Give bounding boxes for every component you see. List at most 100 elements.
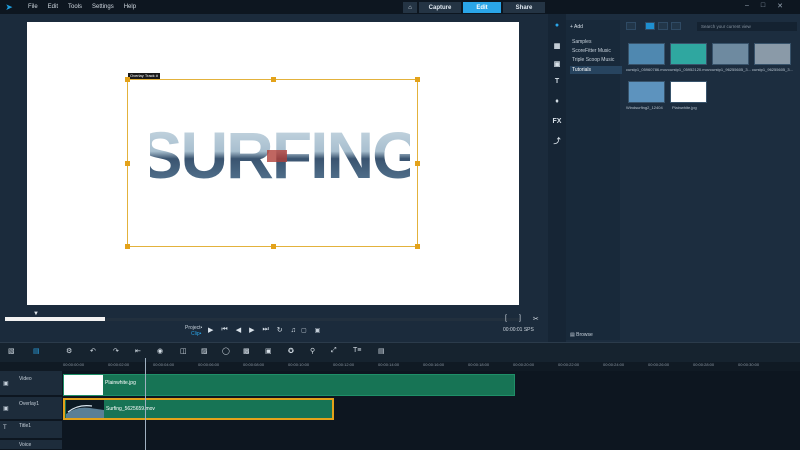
timecode-display[interactable]: 00:00:01 SPS xyxy=(503,327,534,333)
tab-capture[interactable]: Capture xyxy=(419,2,461,13)
ruler-tick: 00:00:26:00 xyxy=(648,362,670,367)
go-to-start-icon[interactable]: ⏮ xyxy=(221,326,227,334)
browse-button[interactable]: ▤ Browse xyxy=(570,332,593,338)
subtitle-editor-icon[interactable]: ▩ xyxy=(243,347,250,355)
folder-samples[interactable]: Samples xyxy=(570,38,622,46)
folder-tutorials[interactable]: Tutorials xyxy=(570,66,622,74)
resize-handle[interactable] xyxy=(125,244,130,249)
path-icon[interactable]: ⤴ xyxy=(551,136,563,146)
ruler-tick: 00:00:14:00 xyxy=(378,362,400,367)
home-icon[interactable]: ⌂ xyxy=(403,2,417,13)
mark-in-out: [ ] ✂ xyxy=(505,315,539,323)
track-header-title[interactable]: T Title1 xyxy=(0,421,62,439)
menu-file[interactable]: File xyxy=(28,4,38,10)
resize-handle[interactable] xyxy=(271,244,276,249)
transition-icon[interactable]: ▣ xyxy=(551,60,563,68)
ruler-tick: 00:00:10:00 xyxy=(288,362,310,367)
minimize-icon[interactable]: – xyxy=(745,2,749,10)
track-header-overlay[interactable]: ▣ Overlay1 xyxy=(0,397,62,420)
clip-thumbnail xyxy=(66,400,104,418)
effects-icon[interactable]: ✪ xyxy=(288,347,294,355)
undo-icon[interactable]: ↶ xyxy=(90,347,96,355)
multi-camera-icon[interactable]: ▨ xyxy=(201,347,208,355)
play-icon[interactable]: ▶ xyxy=(208,326,213,334)
tab-share[interactable]: Share xyxy=(503,2,545,13)
menu-settings[interactable]: Settings xyxy=(92,4,114,10)
pan-zoom-icon[interactable]: ⤢ xyxy=(331,347,337,355)
ruler-tick: 00:00:20:00 xyxy=(513,362,535,367)
color-grading-icon[interactable]: ◉ xyxy=(157,347,163,355)
graphic-icon[interactable]: ♦ xyxy=(551,98,563,105)
toolbox-icon[interactable]: ⚙ xyxy=(66,347,72,355)
folder-triple-scoop[interactable]: Triple Scoop Music xyxy=(570,56,622,64)
trim-range[interactable] xyxy=(5,317,105,321)
scrub-handle-icon[interactable]: ▼ xyxy=(33,311,39,317)
tab-edit[interactable]: Edit xyxy=(463,2,501,13)
video-filter-icon[interactable] xyxy=(645,22,655,30)
media-thumbnail[interactable] xyxy=(628,81,665,103)
mask-creator-icon[interactable]: ⚲ xyxy=(310,347,315,355)
split-screen-icon[interactable]: ◫ xyxy=(180,347,187,355)
resize-handle[interactable] xyxy=(125,161,130,166)
window-controls: – □ ✕ xyxy=(745,2,783,10)
resize-handle[interactable] xyxy=(415,244,420,249)
render-icon[interactable]: ▤ xyxy=(378,347,385,355)
folder-icon[interactable] xyxy=(626,22,636,30)
folder-scorefitter[interactable]: ScoreFitter Music xyxy=(570,47,622,55)
volume-icon[interactable]: ♫ xyxy=(291,327,296,334)
library-search-input[interactable]: Search your current view xyxy=(697,22,797,31)
track-header-video[interactable]: ▣ Video xyxy=(0,371,62,396)
next-frame-icon[interactable]: ▶ xyxy=(249,326,254,334)
app-window: ➤ File Edit Tools Settings Help ⌂ Captur… xyxy=(0,0,800,450)
track-header-voice[interactable]: Voice xyxy=(0,440,62,450)
workspace-tabs: ⌂ Capture Edit Share xyxy=(403,2,545,13)
storyboard-view-icon[interactable]: ▧ xyxy=(8,347,15,355)
close-icon[interactable]: ✕ xyxy=(777,2,783,10)
thumbnail-label: Windsurfing2_12404 xyxy=(626,105,663,110)
aspect-controls: ▢ ▣ xyxy=(301,327,320,334)
go-to-end-icon[interactable]: ⏭ xyxy=(262,326,268,334)
resize-handle[interactable] xyxy=(125,77,130,82)
ruler-tick: 00:00:02:00 xyxy=(108,362,130,367)
media-thumbnail[interactable] xyxy=(670,81,707,103)
repeat-icon[interactable]: ↻ xyxy=(277,326,283,334)
previous-frame-icon[interactable]: ◀ xyxy=(236,326,241,334)
mark-in-icon[interactable]: [ xyxy=(505,315,507,323)
audio-filter-icon[interactable] xyxy=(671,22,681,30)
media-thumbnail[interactable] xyxy=(670,43,707,65)
surfer-figure xyxy=(267,150,287,162)
overlay-track-icon: ▣ xyxy=(3,406,9,412)
ruler-tick: 00:00:18:00 xyxy=(468,362,490,367)
menu-edit[interactable]: Edit xyxy=(48,4,58,10)
motion-tracking-icon[interactable]: ◯ xyxy=(222,347,230,355)
resize-handle[interactable] xyxy=(271,77,276,82)
media-thumbnail[interactable] xyxy=(628,43,665,65)
timeline-view-icon[interactable]: ▤ xyxy=(33,347,40,355)
clip-label: Plainwhite.jpg xyxy=(105,380,136,386)
resize-handle[interactable] xyxy=(415,77,420,82)
add-folder-button[interactable]: + Add xyxy=(570,24,583,30)
media-thumbnail[interactable] xyxy=(712,43,749,65)
photo-filter-icon[interactable] xyxy=(658,22,668,30)
playhead[interactable] xyxy=(145,358,146,450)
ruler-tick: 00:00:16:00 xyxy=(423,362,445,367)
menu-tools[interactable]: Tools xyxy=(68,4,82,10)
aspect-ratio-icon[interactable]: ▢ xyxy=(301,327,307,334)
screen-capture-icon[interactable]: ▣ xyxy=(265,347,272,355)
enlarge-preview-icon[interactable]: ▣ xyxy=(315,327,321,334)
title-icon[interactable]: T xyxy=(551,78,563,85)
fx-icon[interactable]: FX xyxy=(551,118,563,125)
media-icon[interactable]: ● xyxy=(551,22,563,29)
smart-proxy-icon[interactable]: ⇤ xyxy=(135,347,141,355)
title-tool-icon[interactable]: T≡ xyxy=(353,347,361,354)
instant-project-icon[interactable]: ▦ xyxy=(551,42,563,50)
mark-out-icon[interactable]: ] xyxy=(519,315,521,323)
menu-help[interactable]: Help xyxy=(124,4,136,10)
clip-mode-label[interactable]: Clip• xyxy=(191,331,201,337)
media-thumbnail[interactable] xyxy=(754,43,791,65)
thumbnail-label: curstp1_05960786.mov xyxy=(626,67,668,72)
resize-handle[interactable] xyxy=(415,161,420,166)
redo-icon[interactable]: ↷ xyxy=(113,347,119,355)
split-icon[interactable]: ✂ xyxy=(533,315,539,323)
maximize-icon[interactable]: □ xyxy=(761,2,765,10)
